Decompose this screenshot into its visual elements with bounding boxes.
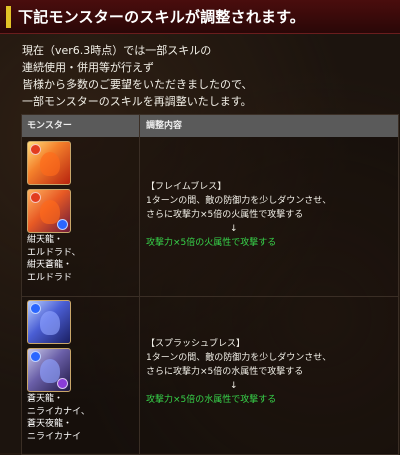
down-arrow-icon: ↓ [230, 381, 238, 391]
table-row: 蒼天龍・ ニライカナイ、 蒼天夜龍・ ニライカナイ 【スプラッシュブレス】 1タ… [22, 297, 398, 454]
adjustment-content: 【スプラッシュブレス】 1ターンの間、敵の防御力を少しダウンさせ、 さらに攻撃力… [146, 337, 331, 407]
water-attribute-icon [30, 303, 41, 314]
page-title: 下記モンスターのスキルが調整されます。 [18, 8, 306, 26]
dark-water-dragon-icon[interactable] [27, 348, 71, 392]
skill-before-line: さらに攻撃力×5倍の火属性で攻撃する [146, 210, 304, 220]
down-arrow-icon: ↓ [230, 224, 238, 234]
monster-names: 紺天龍・ エルドラド、 紺天蒼龍・ エルドラド [27, 234, 81, 284]
water-subattribute-icon [57, 219, 68, 230]
table-header: モンスター 調整内容 [22, 115, 398, 137]
fire-attribute-icon [30, 144, 41, 155]
monster-name-line: 紺天龍・ [27, 235, 64, 245]
dark-subattribute-icon [57, 378, 68, 389]
monster-icons [27, 141, 71, 237]
adjustment-content: 【フレイムブレス】 1ターンの間、敵の防御力を少しダウンさせ、 さらに攻撃力×5… [146, 180, 331, 250]
skill-after: 攻撃力×5倍の火属性で攻撃する [146, 238, 277, 248]
skill-before-line: さらに攻撃力×5倍の水属性で攻撃する [146, 367, 304, 377]
header-accent-bar [6, 6, 11, 28]
skill-after: 攻撃力×5倍の水属性で攻撃する [146, 395, 277, 405]
monster-name-line: ニライカナイ [27, 431, 82, 442]
intro-line: 現在（ver6.3時点）では一部スキルの [22, 44, 212, 57]
monster-name-line: エルドラド [27, 272, 73, 283]
skill-name: 【スプラッシュブレス】 [146, 339, 246, 349]
column-header-monster: モンスター [27, 121, 72, 131]
skill-before-line: 1ターンの間、敵の防御力を少しダウンさせ、 [146, 353, 332, 363]
table-row: 紺天龍・ エルドラド、 紺天蒼龍・ エルドラド 【フレイムブレス】 1ターンの間… [22, 138, 398, 295]
section-header: 下記モンスターのスキルが調整されます。 [0, 0, 400, 34]
monster-name-line: 蒼天龍・ [27, 394, 64, 404]
intro-text: 現在（ver6.3時点）では一部スキルの 連続使用・併用等が行えず 皆様から多数… [22, 42, 253, 110]
intro-line: 一部モンスターのスキルを再調整いたします。 [22, 95, 252, 108]
monster-name-line: 紺天蒼龍・ [27, 260, 73, 270]
skill-adjustment-table: モンスター 調整内容 紺天龍・ エルドラド、 紺天蒼龍・ エルドラド 【フレイム… [21, 114, 399, 455]
fire-dragon-icon[interactable] [27, 141, 71, 185]
water-dragon-icon[interactable] [27, 300, 71, 344]
column-header-adjustment: 調整内容 [146, 121, 183, 131]
intro-line: 連続使用・併用等が行えず [22, 61, 154, 74]
monster-name-line: 蒼天夜龍・ [27, 419, 73, 429]
skill-name: 【フレイムブレス】 [146, 182, 227, 192]
blue-fire-dragon-icon[interactable] [27, 189, 71, 233]
monster-name-line: エルドラド、 [27, 247, 81, 258]
creature-shape [40, 152, 60, 176]
fire-attribute-icon [30, 192, 41, 203]
creature-shape [40, 311, 60, 335]
monster-name-line: ニライカナイ、 [27, 406, 90, 417]
intro-line: 皆様から多数のご要望をいただきましたので、 [22, 78, 253, 91]
monster-names: 蒼天龍・ ニライカナイ、 蒼天夜龍・ ニライカナイ [27, 393, 90, 443]
skill-before-line: 1ターンの間、敵の防御力を少しダウンさせ、 [146, 196, 332, 206]
monster-icons [27, 300, 71, 396]
water-attribute-icon [30, 351, 41, 362]
